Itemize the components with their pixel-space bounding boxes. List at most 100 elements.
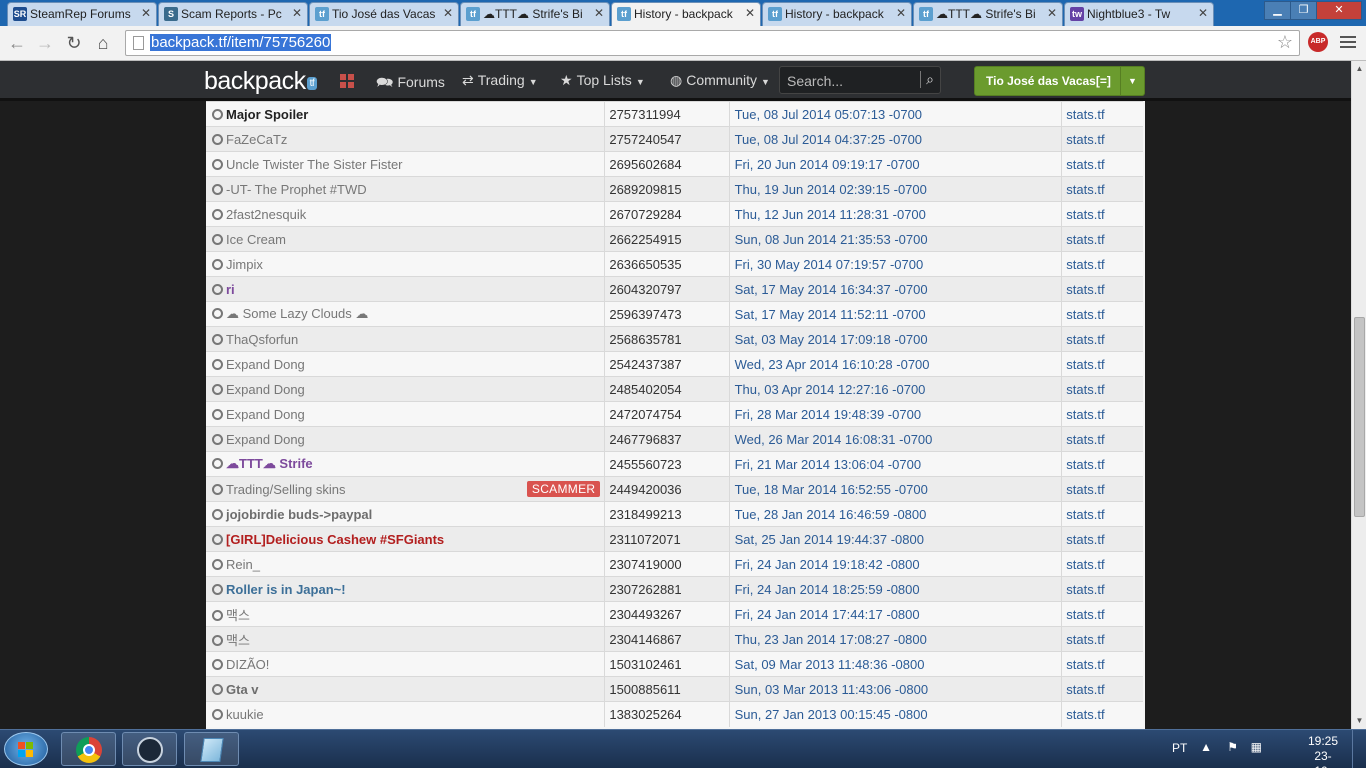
tab-close-icon[interactable]: ✕ <box>292 6 302 20</box>
owner-name-link[interactable]: Roller is in Japan~! <box>226 582 346 597</box>
last-seen-date-cell[interactable]: Thu, 03 Apr 2014 12:27:16 -0700 <box>729 376 1063 402</box>
last-seen-date-cell[interactable]: Fri, 24 Jan 2014 18:25:59 -0800 <box>729 576 1063 602</box>
browser-menu-icon[interactable] <box>1340 36 1356 50</box>
forward-icon[interactable]: → <box>33 32 57 54</box>
restore-button[interactable]: ❐ <box>1290 1 1317 20</box>
tab-close-icon[interactable]: ✕ <box>443 6 453 20</box>
minimize-button[interactable]: ▁ <box>1264 1 1291 20</box>
stats-link[interactable]: stats.tf <box>1061 601 1143 627</box>
browser-tab[interactable]: tf ☁TTT☁ Strife's Bi ✕ <box>913 2 1063 26</box>
back-icon[interactable]: ← <box>5 32 29 54</box>
taskbar-chrome[interactable] <box>61 732 116 766</box>
page-scrollbar[interactable]: ▲ ▼ <box>1351 61 1366 729</box>
stats-link[interactable]: stats.tf <box>1061 526 1143 552</box>
last-seen-date-cell[interactable]: Sat, 17 May 2014 16:34:37 -0700 <box>729 276 1063 302</box>
last-seen-date-cell[interactable]: Fri, 30 May 2014 07:19:57 -0700 <box>729 251 1063 277</box>
nav-community[interactable]: ◍ Community ▼ <box>670 72 770 89</box>
stats-link[interactable]: stats.tf <box>1061 226 1143 252</box>
stats-link[interactable]: stats.tf <box>1061 651 1143 677</box>
show-desktop-button[interactable] <box>1352 730 1366 768</box>
language-indicator[interactable]: PT <box>1172 741 1187 755</box>
last-seen-date-cell[interactable]: Fri, 21 Mar 2014 13:06:04 -0700 <box>729 451 1063 477</box>
tray-expand-icon[interactable]: ▲ <box>1200 740 1212 754</box>
last-seen-date-cell[interactable]: Sat, 25 Jan 2014 19:44:37 -0800 <box>729 526 1063 552</box>
network-icon[interactable]: ▦ <box>1251 740 1262 754</box>
last-seen-date-cell[interactable]: Sat, 03 May 2014 17:09:18 -0700 <box>729 326 1063 352</box>
browser-tab[interactable]: tf Tio José das Vacas ✕ <box>309 2 459 26</box>
nav-top-lists[interactable]: ★ Top Lists ▼ <box>560 72 645 89</box>
owner-name-link[interactable]: ri <box>226 282 235 297</box>
last-seen-date-cell[interactable]: Fri, 28 Mar 2014 19:48:39 -0700 <box>729 401 1063 427</box>
owner-name-link[interactable]: DIZÃO! <box>226 657 269 672</box>
tab-close-icon[interactable]: ✕ <box>1047 6 1057 20</box>
nav-trading[interactable]: ⇄ Trading ▼ <box>462 72 538 89</box>
adblock-plus-icon[interactable]: ABP <box>1308 32 1328 52</box>
owner-name-link[interactable]: -UT- The Prophet #TWD <box>226 182 367 197</box>
address-url[interactable]: backpack.tf/item/75756260 <box>150 34 332 51</box>
start-button[interactable] <box>4 732 48 766</box>
last-seen-date-cell[interactable]: Sun, 08 Jun 2014 21:35:53 -0700 <box>729 226 1063 252</box>
action-center-flag-icon[interactable]: ⚑ <box>1227 740 1238 754</box>
stats-link[interactable]: stats.tf <box>1061 176 1143 202</box>
last-seen-date-cell[interactable]: Thu, 19 Jun 2014 02:39:15 -0700 <box>729 176 1063 202</box>
stats-link[interactable]: stats.tf <box>1061 126 1143 152</box>
reload-icon[interactable]: ↻ <box>62 32 86 54</box>
search-icon[interactable]: ⌕ <box>920 71 934 88</box>
stats-link[interactable]: stats.tf <box>1061 676 1143 702</box>
owner-name-link[interactable]: FaZeCaTz <box>226 132 287 147</box>
last-seen-date-cell[interactable]: Tue, 08 Jul 2014 05:07:13 -0700 <box>729 101 1063 127</box>
stats-link[interactable]: stats.tf <box>1061 201 1143 227</box>
tab-close-icon[interactable]: ✕ <box>1198 6 1208 20</box>
owner-name-link[interactable]: Ice Cream <box>226 232 286 247</box>
stats-link[interactable]: stats.tf <box>1061 551 1143 577</box>
tab-close-icon[interactable]: ✕ <box>896 6 906 20</box>
browser-tab[interactable]: tw Nightblue3 - Tw ✕ <box>1064 2 1214 26</box>
stats-link[interactable]: stats.tf <box>1061 326 1143 352</box>
owner-name-link[interactable]: Expand Dong <box>226 357 305 372</box>
owner-name-link[interactable]: [GIRL]Delicious Cashew #SFGiants <box>226 532 444 547</box>
tab-close-icon[interactable]: ✕ <box>141 6 151 20</box>
browser-tab[interactable]: S Scam Reports - Pc ✕ <box>158 2 308 26</box>
stats-link[interactable]: stats.tf <box>1061 251 1143 277</box>
owner-name-link[interactable]: Expand Dong <box>226 407 305 422</box>
last-seen-date-cell[interactable]: Thu, 12 Jun 2014 11:28:31 -0700 <box>729 201 1063 227</box>
stats-link[interactable]: stats.tf <box>1061 101 1143 127</box>
last-seen-date-cell[interactable]: Fri, 20 Jun 2014 09:19:17 -0700 <box>729 151 1063 177</box>
owner-name-link[interactable]: Uncle Twister The Sister Fister <box>226 157 403 172</box>
caret-down-icon[interactable]: ▼ <box>1120 67 1144 95</box>
apps-grid-icon[interactable] <box>340 74 354 88</box>
last-seen-date-cell[interactable]: Sat, 09 Mar 2013 11:48:36 -0800 <box>729 651 1063 677</box>
home-icon[interactable]: ⌂ <box>91 32 115 54</box>
stats-link[interactable]: stats.tf <box>1061 276 1143 302</box>
address-bar[interactable]: backpack.tf/item/75756260 ☆ <box>125 30 1300 56</box>
tab-close-icon[interactable]: ✕ <box>594 6 604 20</box>
stats-link[interactable]: stats.tf <box>1061 301 1143 327</box>
owner-name-link[interactable]: ☁ Some Lazy Clouds ☁ <box>226 306 368 321</box>
taskbar-steam[interactable] <box>122 732 177 766</box>
owner-name-link[interactable]: Rein_ <box>226 557 260 572</box>
last-seen-date-cell[interactable]: Wed, 23 Apr 2014 16:10:28 -0700 <box>729 351 1063 377</box>
stats-link[interactable]: stats.tf <box>1061 151 1143 177</box>
stats-link[interactable]: stats.tf <box>1061 501 1143 527</box>
last-seen-date-cell[interactable]: Fri, 24 Jan 2014 19:18:42 -0800 <box>729 551 1063 577</box>
last-seen-date-cell[interactable]: Tue, 08 Jul 2014 04:37:25 -0700 <box>729 126 1063 152</box>
owner-name-link[interactable]: Trading/Selling skins <box>226 482 345 497</box>
taskbar-notepad[interactable] <box>184 732 239 766</box>
stats-link[interactable]: stats.tf <box>1061 351 1143 377</box>
owner-name-link[interactable]: Gta v <box>226 682 259 697</box>
stats-link[interactable]: stats.tf <box>1061 701 1143 727</box>
owner-name-link[interactable]: 2fast2nesquik <box>226 207 306 222</box>
bookmark-star-icon[interactable]: ☆ <box>1277 32 1293 53</box>
owner-name-link[interactable]: kuukie <box>226 707 264 722</box>
last-seen-date-cell[interactable]: Fri, 24 Jan 2014 17:44:17 -0800 <box>729 601 1063 627</box>
stats-link[interactable]: stats.tf <box>1061 576 1143 602</box>
taskbar-clock[interactable]: 19:25 23-10-2014 <box>1308 734 1338 768</box>
owner-name-link[interactable]: ThaQsforfun <box>226 332 298 347</box>
browser-tab[interactable]: tf History - backpack ✕ <box>611 2 761 27</box>
scroll-up-arrow-icon[interactable]: ▲ <box>1352 61 1366 77</box>
owner-name-link[interactable]: Jimpix <box>226 257 263 272</box>
owner-name-link[interactable]: ☁TTT☁ Strife <box>226 456 313 471</box>
stats-link[interactable]: stats.tf <box>1061 476 1143 502</box>
nav-forums[interactable]: 🗪 Forums <box>376 72 445 96</box>
owner-name-link[interactable]: 맥스 <box>226 633 250 648</box>
